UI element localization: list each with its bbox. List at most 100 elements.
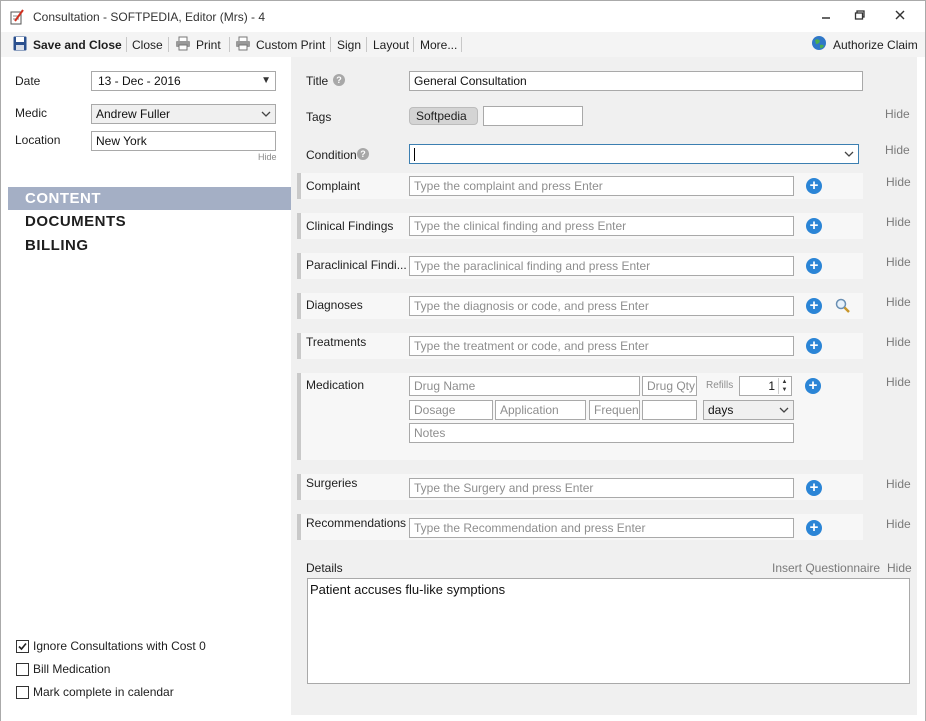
toolbar-separator: [413, 37, 414, 52]
date-picker[interactable]: 13 - Dec - 2016 ▼: [91, 71, 276, 91]
paraclinical-findings-input[interactable]: Type the paraclinical finding and press …: [409, 256, 794, 276]
spinner-arrows-icon[interactable]: ▲ ▼: [778, 378, 790, 394]
toolbar-separator: [330, 37, 331, 52]
checkmark-icon: [18, 642, 27, 651]
mark-complete-checkbox[interactable]: [16, 686, 29, 699]
close-window-button[interactable]: [888, 9, 912, 25]
details-textarea[interactable]: Patient accuses flu-like symptions: [307, 578, 910, 684]
add-surgery-icon[interactable]: +: [806, 480, 822, 496]
hide-treatments-link[interactable]: Hide: [886, 335, 911, 349]
add-recommendation-icon[interactable]: +: [806, 520, 822, 536]
location-input[interactable]: New York: [91, 131, 276, 151]
text-cursor: [414, 148, 415, 161]
date-label: Date: [15, 74, 41, 88]
toolbar: Save and Close Close Print Custom Print …: [0, 32, 926, 93]
help-icon[interactable]: ?: [333, 74, 345, 86]
hide-complaint-link[interactable]: Hide: [886, 175, 911, 189]
insert-questionnaire-link[interactable]: Insert Questionnaire: [772, 561, 880, 575]
duration-input[interactable]: [642, 400, 697, 420]
medication-label: Medication: [306, 378, 365, 392]
hide-surgeries-link[interactable]: Hide: [886, 477, 911, 491]
location-label: Location: [15, 133, 61, 147]
title-bar: Consultation - SOFTPEDIA, Editor (Mrs) -…: [0, 0, 926, 32]
help-icon[interactable]: ?: [357, 148, 369, 160]
location-value: New York: [96, 134, 147, 148]
nav-content[interactable]: CONTENT: [8, 187, 291, 210]
recommendations-input[interactable]: Type the Recommendation and press Enter: [409, 518, 794, 538]
hide-tags-link[interactable]: Hide: [885, 107, 910, 121]
refills-label: Refills: [706, 380, 734, 391]
medic-value: Andrew Fuller: [96, 107, 171, 121]
surgeries-placeholder: Type the Surgery and press Enter: [414, 481, 594, 495]
add-treatment-icon[interactable]: +: [806, 338, 822, 354]
bottom-strip: [291, 715, 917, 721]
authorize-claim-button[interactable]: Authorize Claim: [833, 37, 918, 53]
title-input[interactable]: General Consultation: [409, 71, 863, 91]
drug-qty-input[interactable]: Drug Qty: [642, 376, 697, 396]
left-panel: [0, 57, 291, 721]
minimize-button[interactable]: [814, 9, 838, 25]
hide-paraclinical-link[interactable]: Hide: [886, 255, 911, 269]
tag-input[interactable]: [483, 106, 583, 126]
duration-unit-select[interactable]: days: [703, 400, 794, 420]
toolbar-separator: [168, 37, 169, 52]
add-medication-icon[interactable]: +: [805, 378, 821, 394]
diagnoses-label: Diagnoses: [306, 298, 363, 312]
window-border: [917, 57, 926, 721]
hide-link[interactable]: Hide: [258, 152, 277, 162]
medication-notes-input[interactable]: Notes: [409, 423, 794, 443]
complaint-input[interactable]: Type the complaint and press Enter: [409, 176, 794, 196]
print-button[interactable]: Print: [196, 37, 221, 53]
close-button[interactable]: Close: [132, 37, 163, 53]
paraclinical-findings-label: Paraclinical Findi...: [306, 258, 407, 272]
tag-chip[interactable]: Softpedia: [409, 107, 478, 125]
hide-recommendations-link[interactable]: Hide: [886, 517, 911, 531]
search-icon[interactable]: [835, 298, 851, 314]
surgeries-label: Surgeries: [306, 476, 358, 490]
more-button[interactable]: More...: [420, 37, 457, 53]
date-value: 13 - Dec - 2016: [98, 74, 181, 88]
duration-unit-value: days: [708, 403, 734, 417]
nav-billing[interactable]: BILLING: [8, 234, 291, 257]
sign-button[interactable]: Sign: [337, 37, 361, 53]
hide-details-link[interactable]: Hide: [887, 561, 912, 575]
drug-name-input[interactable]: Drug Name: [409, 376, 640, 396]
refills-stepper[interactable]: 1 ▲ ▼: [739, 376, 792, 396]
bill-medication-checkbox[interactable]: [16, 663, 29, 676]
ignore-cost-checkbox[interactable]: [16, 640, 29, 653]
add-diagnosis-icon[interactable]: +: [806, 298, 822, 314]
chevron-down-icon: [844, 145, 854, 163]
frequency-placeholder: Frequency: [594, 403, 639, 417]
diagnoses-placeholder: Type the diagnosis or code, and press En…: [414, 299, 649, 313]
condition-label: Condition: [306, 148, 357, 162]
title-value: General Consultation: [414, 74, 527, 88]
save-and-close-button[interactable]: Save and Close: [33, 37, 122, 53]
printer-icon: [176, 36, 190, 51]
recommendations-placeholder: Type the Recommendation and press Enter: [414, 521, 646, 535]
medic-label: Medic: [15, 106, 48, 120]
maximize-button[interactable]: [848, 9, 872, 25]
surgeries-input[interactable]: Type the Surgery and press Enter: [409, 478, 794, 498]
frequency-input[interactable]: Frequency: [589, 400, 640, 420]
condition-select[interactable]: [409, 144, 859, 164]
add-clinical-finding-icon[interactable]: +: [806, 218, 822, 234]
hide-diagnoses-link[interactable]: Hide: [886, 295, 911, 309]
close-icon: [895, 10, 905, 20]
layout-button[interactable]: Layout: [373, 37, 409, 53]
hide-condition-link[interactable]: Hide: [885, 143, 910, 157]
custom-print-button[interactable]: Custom Print: [256, 37, 325, 53]
dosage-input[interactable]: Dosage: [409, 400, 493, 420]
add-complaint-icon[interactable]: +: [806, 178, 822, 194]
application-input[interactable]: Application: [495, 400, 586, 420]
hide-medication-link[interactable]: Hide: [886, 375, 911, 389]
diagnoses-input[interactable]: Type the diagnosis or code, and press En…: [409, 296, 794, 316]
nav-documents[interactable]: DOCUMENTS: [8, 210, 291, 233]
medic-select[interactable]: Andrew Fuller: [91, 104, 276, 124]
treatments-input[interactable]: Type the treatment or code, and press En…: [409, 336, 794, 356]
hide-clinical-link[interactable]: Hide: [886, 215, 911, 229]
toolbar-separator: [229, 37, 230, 52]
details-label: Details: [306, 561, 343, 575]
mark-complete-label: Mark complete in calendar: [33, 685, 174, 699]
clinical-findings-input[interactable]: Type the clinical finding and press Ente…: [409, 216, 794, 236]
add-paraclinical-finding-icon[interactable]: +: [806, 258, 822, 274]
